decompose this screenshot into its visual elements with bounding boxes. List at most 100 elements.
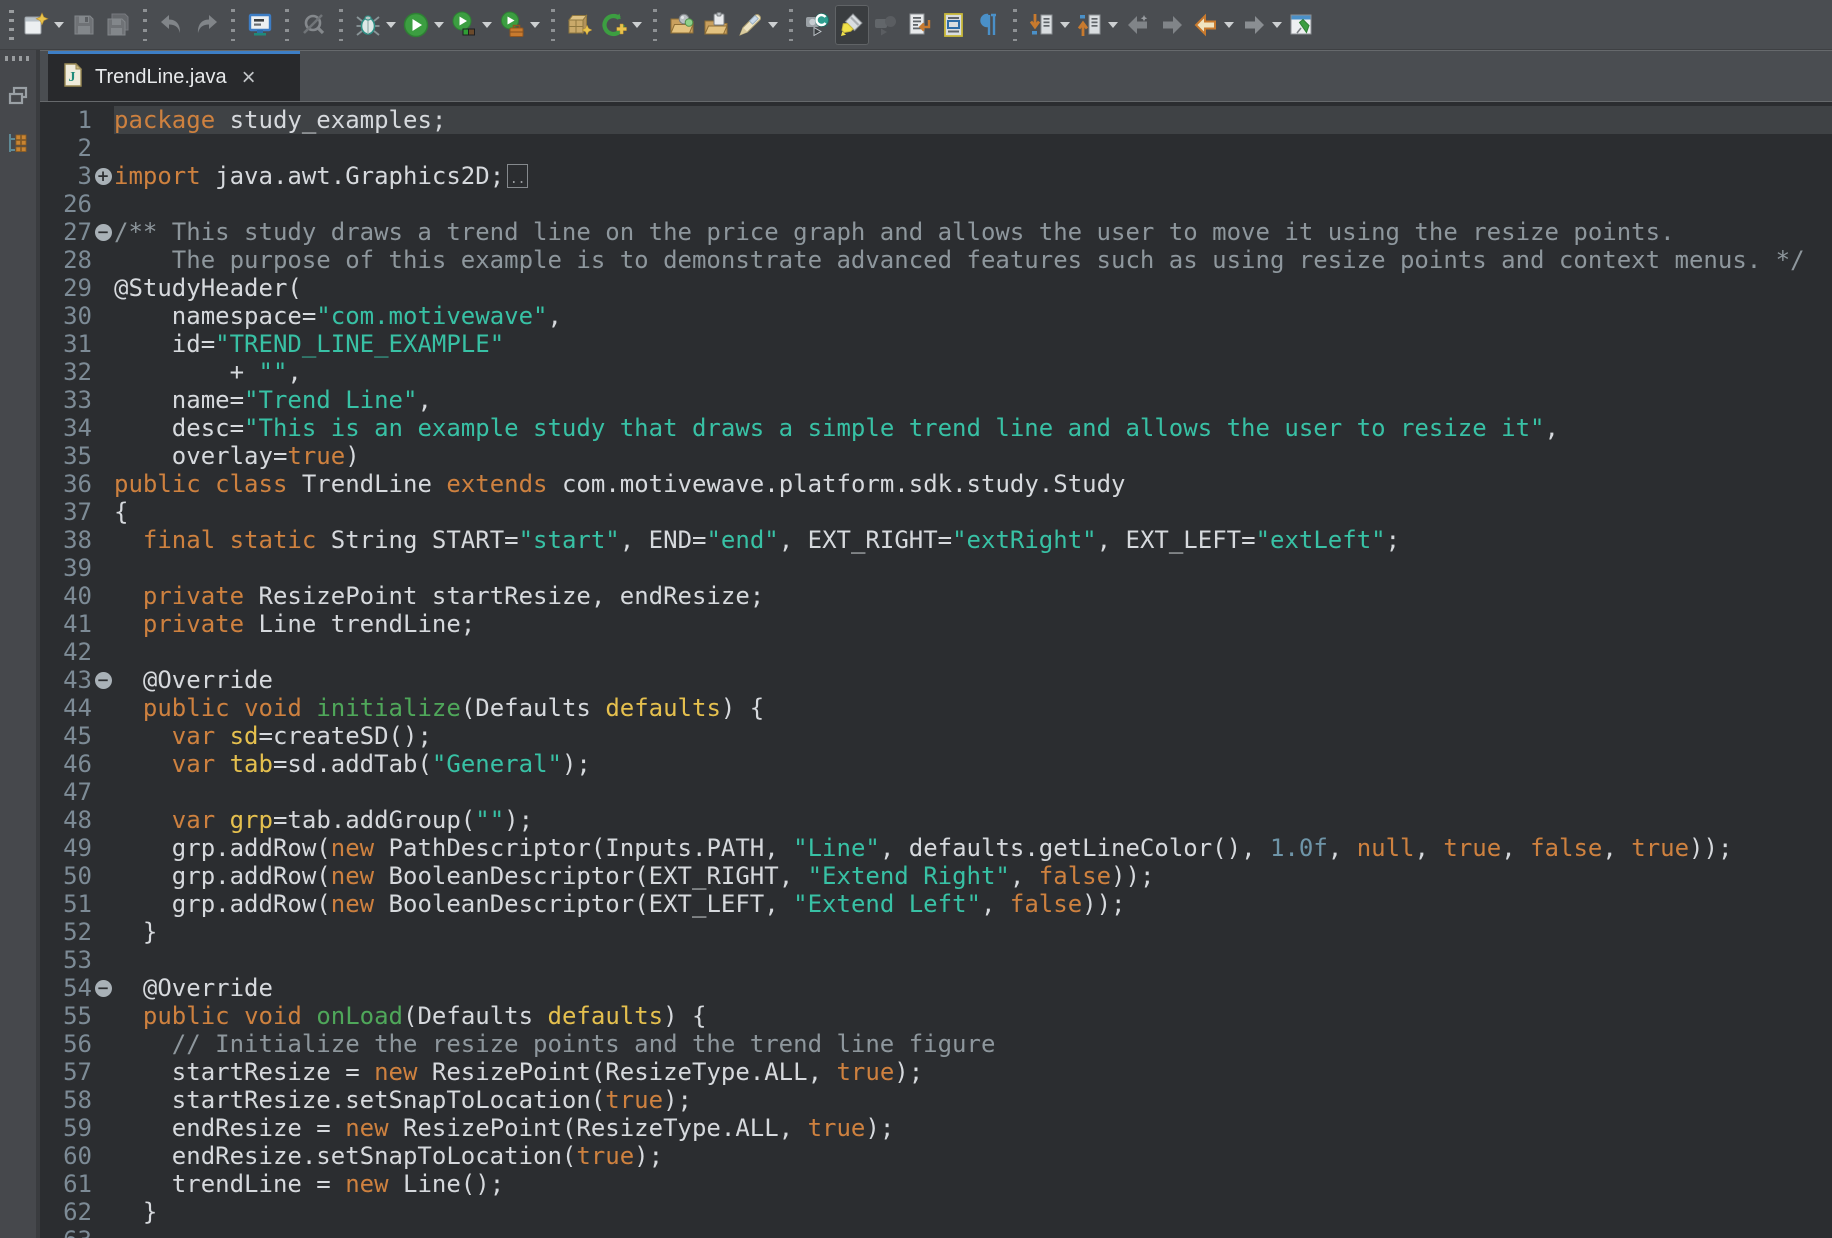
code-line[interactable]: 27−/** This study draws a trend line on … [40,218,1832,246]
code-line[interactable]: 26 [40,190,1832,218]
code-line-content[interactable]: @Override [114,666,1832,694]
code-line-content[interactable]: public void initialize(Defaults defaults… [114,694,1832,722]
code-line[interactable]: 41 private Line trendLine; [40,610,1832,638]
dropdown-arrow-icon[interactable] [1060,22,1070,28]
code-line[interactable]: 35 overlay=true) [40,442,1832,470]
dropdown-arrow-icon[interactable] [434,22,444,28]
code-line-content[interactable]: /** This study draws a trend line on the… [114,218,1832,246]
code-line[interactable]: 58 startResize.setSnapToLocation(true); [40,1086,1832,1114]
code-line[interactable]: 49 grp.addRow(new PathDescriptor(Inputs.… [40,834,1832,862]
record-button[interactable] [801,5,835,45]
new-class-button[interactable] [597,5,645,45]
pin-editor-button[interactable] [1285,5,1319,45]
dropdown-arrow-icon[interactable] [530,22,540,28]
code-line[interactable]: 51 grp.addRow(new BooleanDescriptor(EXT_… [40,890,1832,918]
restore-view-icon[interactable] [5,83,31,109]
external-tools-button[interactable] [495,5,543,45]
code-line[interactable]: 31 id="TREND_LINE_EXAMPLE" [40,330,1832,358]
dropdown-arrow-icon[interactable] [482,22,492,28]
code-line-content[interactable]: namespace="com.motivewave", [114,302,1832,330]
debug-button[interactable] [351,5,399,45]
code-line-content[interactable]: public class TrendLine extends com.motiv… [114,470,1832,498]
code-line-content[interactable]: private ResizePoint startResize, endResi… [114,582,1832,610]
tab-close-icon[interactable]: × [242,68,256,88]
code-line[interactable]: 45 var sd=createSD(); [40,722,1832,750]
coverage-button[interactable] [447,5,495,45]
code-line-content[interactable]: var grp=tab.addGroup(""); [114,806,1832,834]
code-line-content[interactable]: var sd=createSD(); [114,722,1832,750]
code-line-content[interactable]: // Initialize the resize points and the … [114,1030,1832,1058]
next-change-button[interactable] [903,5,937,45]
code-line-content[interactable]: @StudyHeader( [114,274,1832,302]
code-line[interactable]: 54− @Override [40,974,1832,1002]
code-line-content[interactable]: grp.addRow(new PathDescriptor(Inputs.PAT… [114,834,1832,862]
code-line[interactable]: 43− @Override [40,666,1832,694]
forward-history-button[interactable] [1237,5,1285,45]
dropdown-arrow-icon[interactable] [1224,22,1234,28]
code-line[interactable]: 47 [40,778,1832,806]
code-line-content[interactable]: startResize.setSnapToLocation(true); [114,1086,1832,1114]
code-line-content[interactable]: The purpose of this example is to demons… [114,246,1832,274]
code-line[interactable]: 33 name="Trend Line", [40,386,1832,414]
code-line[interactable]: 60 endResize.setSnapToLocation(true); [40,1142,1832,1170]
code-line[interactable]: 42 [40,638,1832,666]
code-line-content[interactable] [114,554,1832,582]
annotate-button[interactable] [733,5,781,45]
sidebar-drag-handle[interactable] [5,56,31,61]
code-line[interactable]: 62 } [40,1198,1832,1226]
code-line[interactable]: 2 [40,134,1832,162]
open-type-button[interactable] [665,5,699,45]
dropdown-arrow-icon[interactable] [1272,22,1282,28]
code-line-content[interactable]: endResize = new ResizePoint(ResizeType.A… [114,1114,1832,1142]
new-package-button[interactable] [563,5,597,45]
code-line[interactable]: 59 endResize = new ResizePoint(ResizeTyp… [40,1114,1832,1142]
code-line-content[interactable]: import java.awt.Graphics2D;.. [114,162,1832,190]
code-line-content[interactable] [114,778,1832,806]
dropdown-arrow-icon[interactable] [632,22,642,28]
code-line[interactable]: 3+import java.awt.Graphics2D;.. [40,162,1832,190]
code-line-content[interactable]: startResize = new ResizePoint(ResizeType… [114,1058,1832,1086]
code-line-content[interactable] [114,946,1832,974]
code-line[interactable]: 57 startResize = new ResizePoint(ResizeT… [40,1058,1832,1086]
toolbar-drag-handle[interactable] [9,10,14,40]
dropdown-arrow-icon[interactable] [768,22,778,28]
code-line-content[interactable]: { [114,498,1832,526]
code-line[interactable]: 40 private ResizePoint startResize, endR… [40,582,1832,610]
code-line-content[interactable]: + "", [114,358,1832,386]
code-line-content[interactable]: grp.addRow(new BooleanDescriptor(EXT_LEF… [114,890,1832,918]
code-line-content[interactable]: final static String START="start", END="… [114,526,1832,554]
code-line[interactable]: 39 [40,554,1832,582]
code-line-content[interactable]: trendLine = new Line(); [114,1170,1832,1198]
mark-occurrences-button[interactable] [835,5,869,45]
code-line-content[interactable] [114,134,1832,162]
dropdown-arrow-icon[interactable] [1108,22,1118,28]
code-line-content[interactable]: @Override [114,974,1832,1002]
code-line-content[interactable]: name="Trend Line", [114,386,1832,414]
code-line-content[interactable]: } [114,1198,1832,1226]
code-line[interactable]: 44 public void initialize(Defaults defau… [40,694,1832,722]
folded-region-box[interactable]: .. [507,164,528,188]
code-line[interactable]: 53 [40,946,1832,974]
code-line-content[interactable] [114,190,1832,218]
show-whitespace-button[interactable] [971,5,1005,45]
fold-expand-icon[interactable]: + [95,168,112,185]
dropdown-arrow-icon[interactable] [386,22,396,28]
code-line[interactable]: 34 desc="This is an example study that d… [40,414,1832,442]
code-line-content[interactable]: package study_examples; [114,106,1832,134]
code-editor[interactable]: 1package study_examples;23+import java.a… [40,102,1832,1238]
code-line[interactable]: 38 final static String START="start", EN… [40,526,1832,554]
code-line-content[interactable] [114,1226,1832,1238]
console-button[interactable] [243,5,277,45]
code-line[interactable]: 52 } [40,918,1832,946]
previous-annotation-button[interactable] [1073,5,1121,45]
fold-collapse-icon[interactable]: − [95,980,112,997]
code-line[interactable]: 50 grp.addRow(new BooleanDescriptor(EXT_… [40,862,1832,890]
new-button[interactable] [19,5,67,45]
code-line-content[interactable] [114,638,1832,666]
next-annotation-button[interactable] [1025,5,1073,45]
type-hierarchy-icon[interactable] [5,131,31,157]
code-line[interactable]: 30 namespace="com.motivewave", [40,302,1832,330]
fold-collapse-icon[interactable]: − [95,224,112,241]
run-button[interactable] [399,5,447,45]
code-line-content[interactable]: desc="This is an example study that draw… [114,414,1832,442]
